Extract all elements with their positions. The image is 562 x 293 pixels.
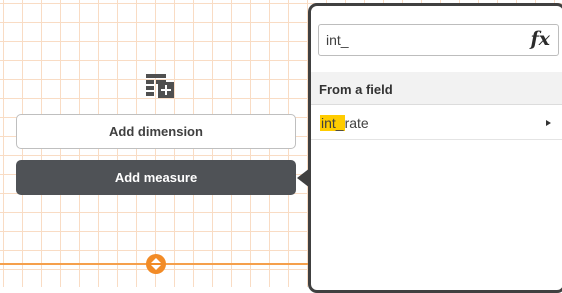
chevron-right-icon[interactable] — [546, 120, 551, 126]
expression-popover: int_ fx From a field int_rate — [308, 3, 562, 293]
section-title: From a field — [319, 82, 393, 97]
fx-icon[interactable]: fx — [530, 28, 550, 50]
search-input-value: int_ — [326, 32, 349, 48]
add-dimension-label: Add dimension — [109, 124, 203, 139]
table-add-icon — [146, 74, 174, 98]
resize-handle[interactable] — [146, 254, 166, 274]
field-name: int_rate — [320, 115, 369, 131]
search-match-highlight: int_ — [320, 115, 345, 131]
field-name-rest: rate — [344, 115, 369, 131]
resize-vertical-icon — [151, 258, 161, 270]
field-list-item[interactable]: int_rate — [311, 106, 562, 140]
add-dimension-button[interactable]: Add dimension — [16, 114, 296, 149]
add-measure-button[interactable]: Add measure — [16, 160, 296, 195]
search-input[interactable]: int_ fx — [318, 24, 559, 56]
from-field-section-header: From a field — [311, 72, 562, 105]
add-measure-label: Add measure — [114, 170, 198, 185]
